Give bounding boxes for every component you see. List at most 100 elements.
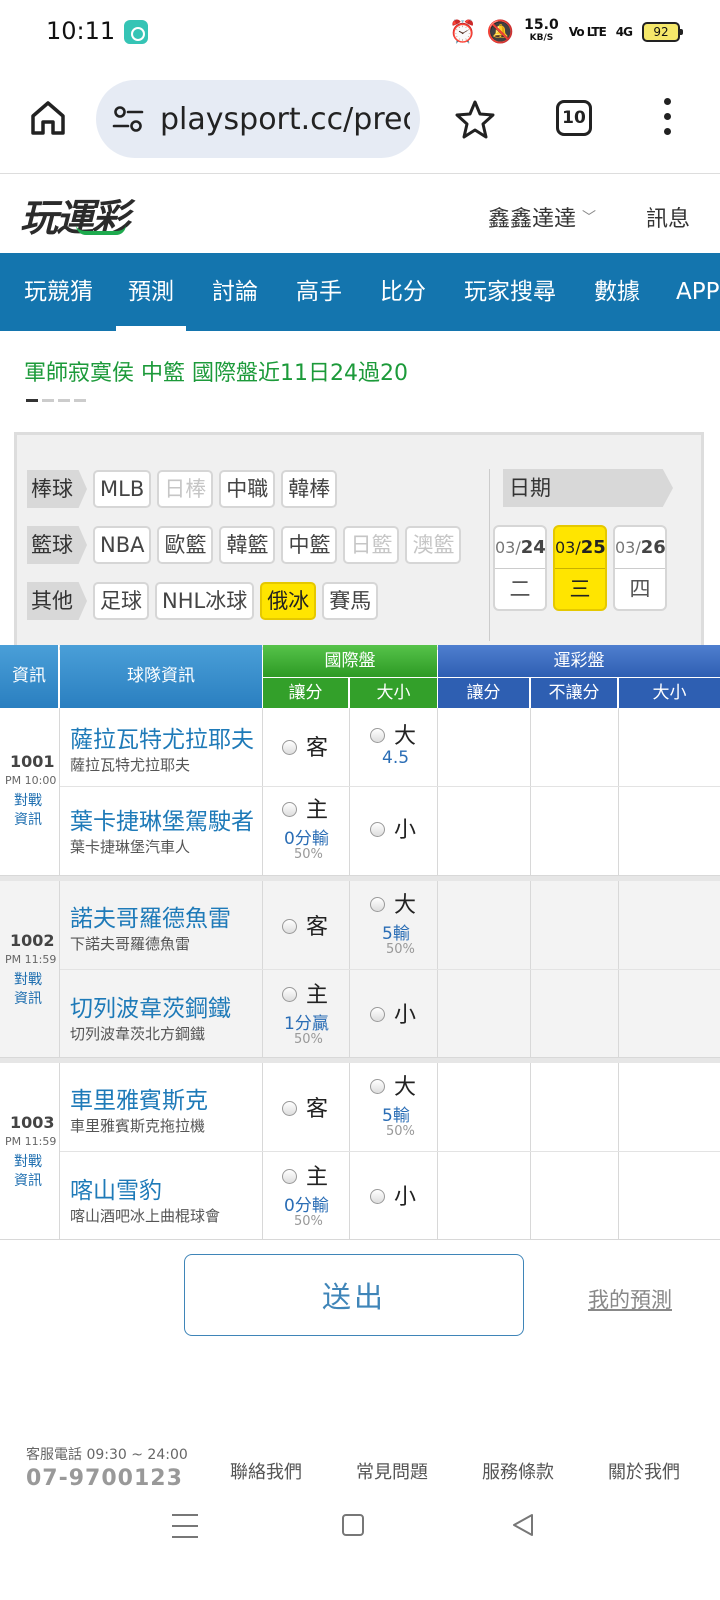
browser-menu-icon[interactable] [662, 98, 672, 138]
match-info-link[interactable]: 對戰資訊 [14, 971, 48, 1009]
tab-switcher-button[interactable]: 10 [556, 100, 592, 136]
away-label: 客 [306, 1097, 329, 1122]
match-row-1003: 1003 PM 11:59 對戰資訊 車里雅賓斯克 車里雅賓斯克拖拉機 喀山雪豹… [0, 1058, 720, 1240]
radio-home-spread[interactable] [282, 1169, 297, 1184]
site-settings-icon[interactable] [112, 104, 144, 134]
home-label: 主 [306, 1165, 329, 1190]
radio-under[interactable] [370, 822, 385, 837]
ticker-text[interactable]: 軍師寂寞侯 中籃 國際盤近11日24過20 [24, 355, 408, 387]
filter-chip-mlb[interactable]: MLB [93, 470, 152, 508]
address-bar[interactable]: playsport.cc/pred [96, 80, 420, 158]
date-card-0326[interactable]: 03/26 四 [613, 525, 667, 611]
footer-link-contact[interactable]: 聯絡我們 [230, 1458, 302, 1484]
home-team-fullname: 喀山酒吧冰上曲棍球會 [70, 1207, 221, 1225]
nav-item-guess[interactable]: 玩競猜 [24, 253, 93, 331]
url-text[interactable]: playsport.cc/pred [160, 102, 410, 137]
date-head: 日期 [503, 469, 673, 507]
under-label: 小 [394, 818, 417, 843]
footer-link-about[interactable]: 關於我們 [608, 1458, 680, 1484]
away-team-name[interactable]: 車里雅賓斯克 [70, 1081, 208, 1115]
away-label: 客 [306, 736, 329, 761]
nav-item-experts[interactable]: 高手 [296, 253, 342, 331]
nav-item-discuss[interactable]: 討論 [212, 253, 258, 331]
home-team-name[interactable]: 喀山雪豹 [70, 1171, 162, 1205]
radio-home-spread[interactable] [282, 987, 297, 1002]
radio-over[interactable] [370, 897, 385, 912]
spread-percent: 50% [294, 1032, 323, 1047]
filter-chip-aus-basketball: 澳籃 [405, 526, 462, 564]
nav-item-scores[interactable]: 比分 [380, 253, 426, 331]
spread-value: 0分輸 [284, 1196, 329, 1216]
radio-under[interactable] [370, 1007, 385, 1022]
filter-head-other: 其他 [27, 582, 87, 620]
away-team-name[interactable]: 諾夫哥羅德魚雷 [70, 899, 231, 933]
back-icon[interactable] [510, 1512, 536, 1538]
recent-apps-icon[interactable] [172, 1514, 198, 1547]
filter-chip-khl[interactable]: 俄冰 [260, 582, 317, 620]
filter-chip-china-basketball[interactable]: 中籃 [281, 526, 338, 564]
my-predictions-link[interactable]: 我的預測 [588, 1284, 672, 1314]
filter-chip-kbo[interactable]: 韓棒 [281, 470, 338, 508]
clock: 10:11 [46, 17, 116, 45]
filter-chip-npb: 日棒 [157, 470, 214, 508]
mute-icon: 🔕 [486, 19, 515, 45]
header-sport: 運彩盤 [438, 645, 720, 677]
bookmark-star-icon[interactable] [454, 98, 496, 140]
match-time: PM 11:59 [5, 1135, 57, 1148]
filter-chip-euro-basketball[interactable]: 歐籃 [157, 526, 214, 564]
footer-link-faq[interactable]: 常見問題 [356, 1458, 428, 1484]
messages-link[interactable]: 訊息 [646, 201, 690, 233]
news-ticker: 軍師寂寞侯 中籃 國際盤近11日24過20 [0, 331, 720, 409]
total-value: 5輸 [382, 1106, 410, 1126]
nav-item-predict[interactable]: 預測 [116, 253, 186, 331]
away-team-fullname: 車里雅賓斯克拖拉機 [70, 1117, 206, 1135]
away-team-fullname: 薩拉瓦特尤拉耶夫 [70, 756, 191, 774]
hotline-label: 客服電話 09:30 ~ 24:00 [26, 1447, 188, 1463]
match-number: 1001 [10, 752, 55, 771]
radio-away-spread[interactable] [282, 919, 297, 934]
date-card-0324[interactable]: 03/24 二 [493, 525, 547, 611]
radio-home-spread[interactable] [282, 802, 297, 817]
radio-away-spread[interactable] [282, 1101, 297, 1116]
alarm-icon: ⏰ [449, 19, 477, 45]
home-icon[interactable] [28, 98, 68, 138]
sport-filter-panel: 棒球 MLB 日棒 中職 韓棒 籃球 NBA 歐籃 韓籃 中籃 日籃 澳籃 其他… [14, 432, 704, 650]
nav-item-data[interactable]: 數據 [594, 253, 640, 331]
over-label: 大 [394, 1075, 417, 1100]
user-name: 鑫鑫達達 [488, 207, 577, 232]
spread-percent: 50% [294, 847, 323, 862]
submit-button[interactable]: 送出 [184, 1254, 524, 1336]
date-card-0325[interactable]: 03/25 三 [553, 525, 607, 611]
filter-chip-nba[interactable]: NBA [93, 526, 152, 564]
nav-item-player-search[interactable]: 玩家搜尋 [464, 253, 556, 331]
header-sport-total: 大小 [619, 678, 720, 708]
match-time: PM 11:59 [5, 953, 57, 966]
match-info-link[interactable]: 對戰資訊 [14, 792, 48, 830]
hotline-number[interactable]: 07-9700123 [26, 1466, 183, 1488]
filter-chip-horse-racing[interactable]: 賽馬 [322, 582, 379, 620]
match-info-link[interactable]: 對戰資訊 [14, 1153, 48, 1191]
user-menu[interactable]: 鑫鑫達達 ﹀ [488, 201, 596, 233]
home-team-name[interactable]: 葉卡捷琳堡駕駛者 [70, 802, 254, 836]
filter-chip-soccer[interactable]: 足球 [93, 582, 149, 620]
radio-under[interactable] [370, 1189, 385, 1204]
filter-row-baseball: 棒球 MLB 日棒 中職 韓棒 [27, 469, 338, 509]
site-footer: 客服電話 09:30 ~ 24:00 07-9700123 聯絡我們 常見問題 … [0, 1430, 720, 1490]
filter-chip-cpbl[interactable]: 中職 [219, 470, 276, 508]
nav-item-app[interactable]: APP [676, 253, 719, 331]
battery-icon: 92 [642, 22, 683, 42]
header-sport-nospread: 不讓分 [531, 678, 618, 708]
system-home-icon[interactable] [342, 1514, 364, 1536]
filter-row-other: 其他 足球 NHL冰球 俄冰 賽馬 [27, 581, 379, 621]
away-team-name[interactable]: 薩拉瓦特尤拉耶夫 [70, 720, 254, 754]
footer-link-terms[interactable]: 服務條款 [482, 1458, 554, 1484]
filter-chip-korea-basketball[interactable]: 韓籃 [219, 526, 276, 564]
home-team-name[interactable]: 切列波韋茨鋼鐵 [70, 989, 231, 1023]
status-icons: ⏰ 🔕 15.0 KB/S Vo LTE 4G 92 [449, 16, 683, 48]
radio-over[interactable] [370, 1079, 385, 1094]
filter-chip-nhl[interactable]: NHL冰球 [155, 582, 255, 620]
header-intl-total: 大小 [350, 678, 437, 708]
radio-away-spread[interactable] [282, 740, 297, 755]
home-label: 主 [306, 798, 329, 823]
radio-over[interactable] [370, 728, 385, 743]
